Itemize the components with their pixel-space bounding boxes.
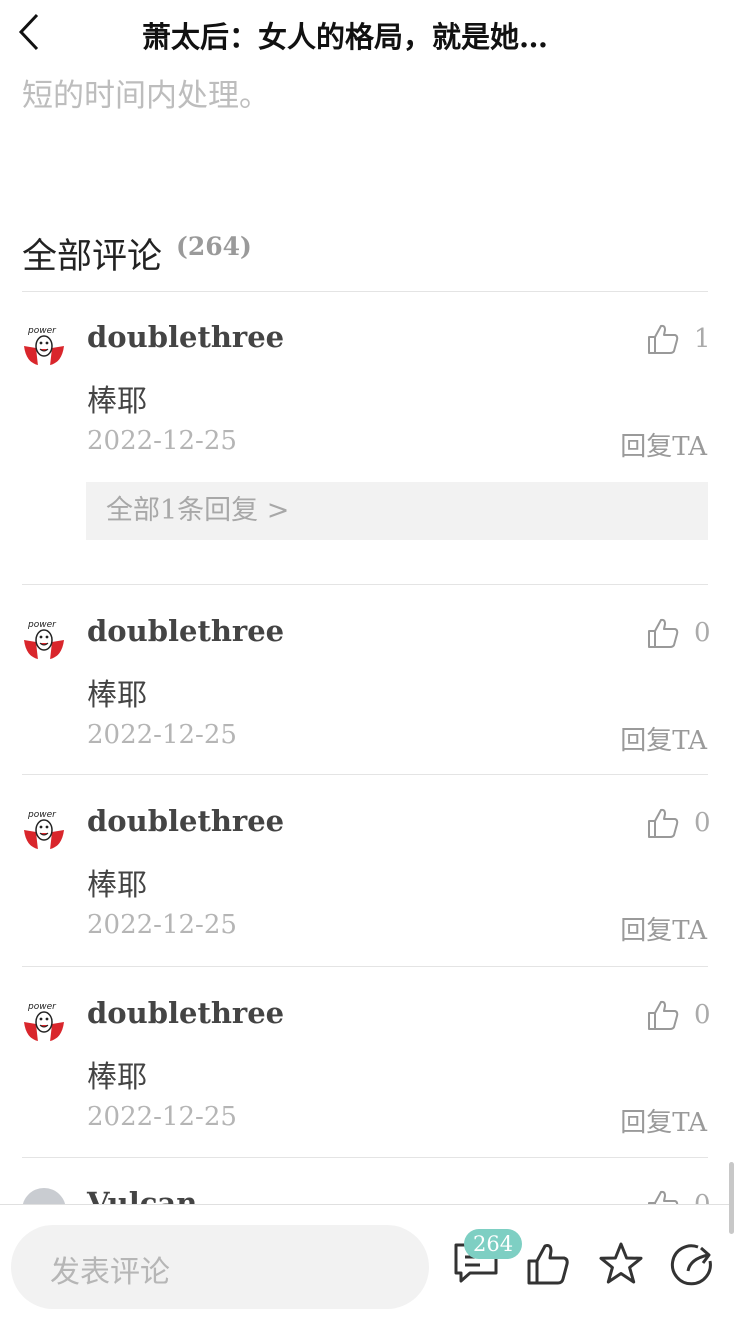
divider [22,774,708,775]
svg-text:power: power [27,1002,57,1012]
comment-content: 棒耶 [87,678,147,713]
comment-input[interactable]: 发表评论 [11,1225,429,1309]
chevron-left-icon [18,13,39,51]
share-icon[interactable] [670,1241,718,1289]
like-count: 1 [694,324,711,354]
thumbs-up-icon[interactable] [646,616,680,650]
avatar-image: power [22,616,66,660]
article-text-tail: 短的时间内处理。 [22,78,270,114]
comment-date: 2022-12-25 [87,426,237,456]
comments-section-count: (264) [176,232,252,261]
view-replies-link[interactable]: 全部1条回复 > [86,482,708,540]
comment-username[interactable]: doublethree [87,996,284,1030]
top-bar: 萧太后：女人的格局，就是她… [0,0,734,70]
comment-username[interactable]: doublethree [87,804,284,838]
page-title: 萧太后：女人的格局，就是她… [142,20,549,54]
comments-section-title: 全部评论 [22,237,163,277]
reply-button[interactable]: 回复TA [620,426,707,463]
svg-text:power: power [27,326,57,336]
like-count: 0 [694,1000,711,1030]
comment-content: 棒耶 [87,384,147,419]
star-icon[interactable] [598,1241,644,1287]
divider [22,966,708,967]
comment-content: 棒耶 [87,1060,147,1095]
comment-date: 2022-12-25 [87,910,237,940]
scrollbar-thumb[interactable] [729,1162,734,1234]
like-count: 0 [694,618,711,648]
divider [22,584,708,585]
comment-item: power doublethree 1 棒耶 2022-12-25 回复TA 全… [0,292,734,584]
avatar[interactable]: power [22,322,66,366]
comment-content: 棒耶 [87,868,147,903]
reply-button[interactable]: 回复TA [620,720,707,757]
thumbs-up-icon[interactable] [646,998,680,1032]
comment-count-badge: 264 [464,1229,523,1259]
thumbs-up-icon[interactable] [525,1241,571,1287]
avatar[interactable]: power [22,998,66,1042]
comment-username[interactable]: doublethree [87,320,284,354]
svg-text:power: power [27,620,57,630]
avatar[interactable]: power [22,806,66,850]
comment-item: power doublethree 0 棒耶 2022-12-25 回复TA [0,968,734,1156]
comment-date: 2022-12-25 [87,720,237,750]
comment-username[interactable]: doublethree [87,614,284,648]
comment-date: 2022-12-25 [87,1102,237,1132]
bottom-action-bar: 发表评论 264 [0,1204,734,1317]
avatar[interactable]: power [22,616,66,660]
reply-button[interactable]: 回复TA [620,910,707,947]
thumbs-up-icon[interactable] [646,806,680,840]
comment-item: power doublethree 0 棒耶 2022-12-25 回复TA [0,776,734,966]
comment-item: power doublethree 0 棒耶 2022-12-25 回复TA [0,586,734,774]
avatar-image: power [22,322,66,366]
thumbs-up-icon[interactable] [646,322,680,356]
reply-button[interactable]: 回复TA [620,1102,707,1139]
svg-text:power: power [27,810,57,820]
back-button[interactable] [14,12,44,52]
avatar-image: power [22,998,66,1042]
like-count: 0 [694,808,711,838]
comment-input-placeholder: 发表评论 [50,1255,170,1290]
avatar-image: power [22,806,66,850]
